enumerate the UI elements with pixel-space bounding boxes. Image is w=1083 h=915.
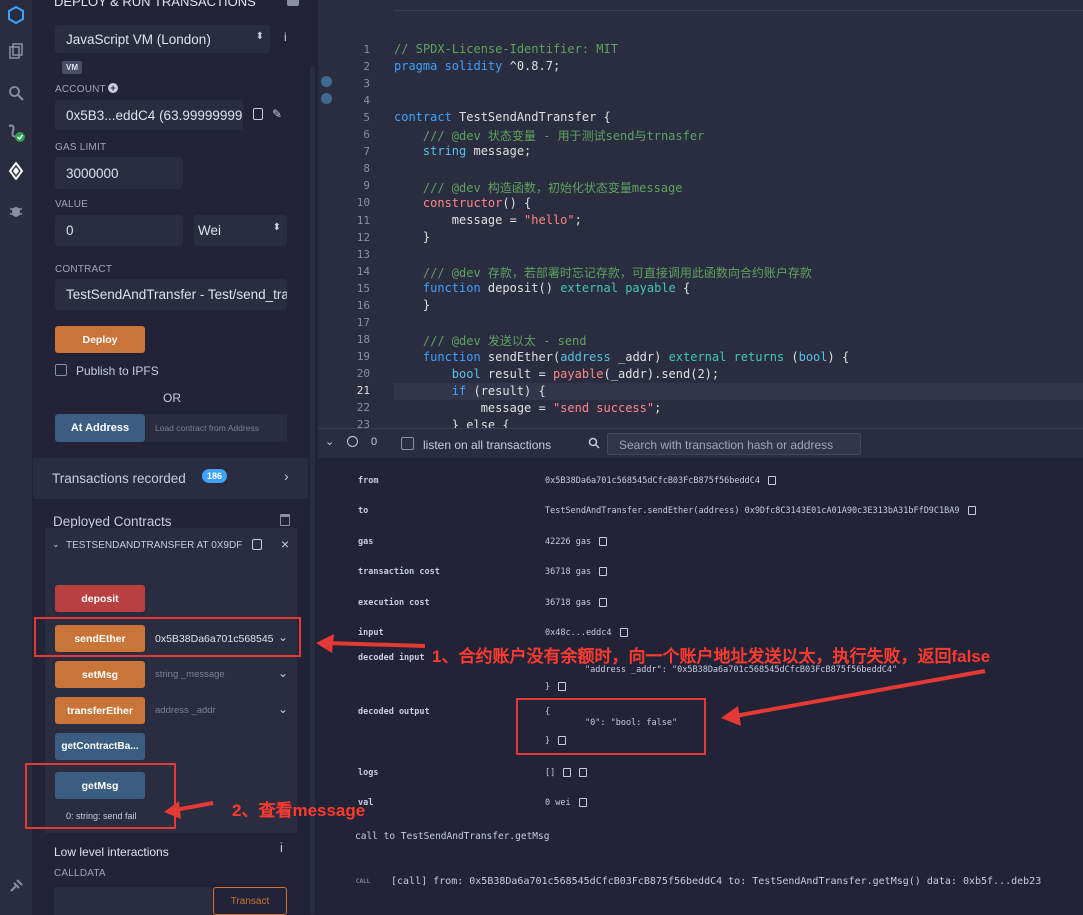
arrowhead xyxy=(164,801,181,819)
arrow-to-send-ether xyxy=(325,641,426,648)
annotation-arrows xyxy=(164,634,986,819)
arrow-to-decoded-output xyxy=(734,669,986,718)
annotation-2: 2、查看message xyxy=(232,801,366,820)
arrowhead xyxy=(721,706,741,726)
arrow-to-get-msg xyxy=(174,801,214,812)
annotation-1: 1、合约账户没有余额时，向一个账户地址发送以太，执行失败，返回false xyxy=(432,647,991,666)
arrowhead xyxy=(316,634,334,653)
